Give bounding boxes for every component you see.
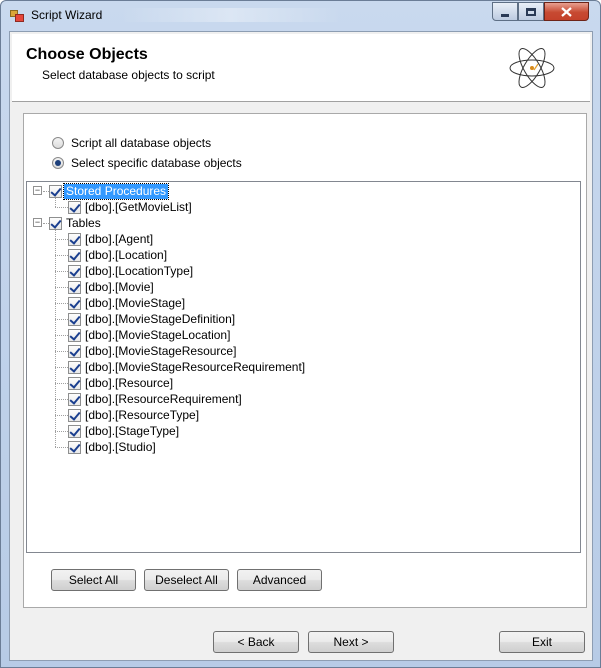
tree-item-checkbox[interactable] xyxy=(68,360,81,374)
close-button[interactable] xyxy=(544,2,589,21)
advanced-button[interactable]: Advanced xyxy=(237,569,322,591)
script-all-radio[interactable] xyxy=(52,137,64,149)
tree-connector xyxy=(55,383,68,384)
tree-item-label: [dbo].[Movie] xyxy=(85,279,154,294)
maximize-button[interactable] xyxy=(518,2,544,21)
tree-item-node[interactable]: [dbo].[LocationType] xyxy=(68,263,195,279)
tree-connector xyxy=(55,335,68,336)
tree-item-label: [dbo].[GetMovieList] xyxy=(85,199,192,214)
tree-connector xyxy=(55,239,68,240)
tree-item-label: [dbo].[MovieStage] xyxy=(85,295,186,310)
tree-item-label: [dbo].[MovieStageDefinition] xyxy=(85,311,236,326)
tree-item-checkbox[interactable] xyxy=(68,392,81,406)
tree-item-node[interactable]: [dbo].[Studio] xyxy=(68,439,158,455)
tree-connector xyxy=(55,351,68,352)
tree-item-node[interactable]: [dbo].[MovieStageResourceRequirement] xyxy=(68,359,307,375)
tree-connector xyxy=(55,196,56,207)
tree-connector xyxy=(55,447,68,448)
page-subtitle: Select database objects to script xyxy=(42,68,215,82)
tree-item-node[interactable]: [dbo].[Resource] xyxy=(68,375,175,391)
tree-item-node[interactable]: [dbo].[GetMovieList] xyxy=(68,199,194,215)
tree-item-checkbox[interactable] xyxy=(68,328,81,342)
objects-tree[interactable]: − Stored Procedures [dbo].[GetMovieList] − T… xyxy=(26,181,581,553)
tree-item-checkbox[interactable] xyxy=(68,200,81,214)
script-all-option[interactable]: Script all database objects xyxy=(52,136,211,150)
tree-item-node[interactable]: [dbo].[StageType] xyxy=(68,423,181,439)
exit-button[interactable]: Exit xyxy=(499,631,585,653)
title-glow xyxy=(121,8,341,22)
tree-item-node[interactable]: [dbo].[ResourceType] xyxy=(68,407,201,423)
minimize-button[interactable] xyxy=(492,2,518,21)
tree-item-checkbox[interactable] xyxy=(68,376,81,390)
tree-item-checkbox[interactable] xyxy=(68,280,81,294)
script-all-label: Script all database objects xyxy=(71,136,212,150)
select-all-button[interactable]: Select All xyxy=(51,569,136,591)
tree-item-label: [dbo].[ResourceType] xyxy=(85,407,200,422)
tree-item-checkbox[interactable] xyxy=(68,424,81,438)
tree-item-node[interactable]: [dbo].[MovieStageLocation] xyxy=(68,327,232,343)
tree-item-node[interactable]: [dbo].[MovieStageDefinition] xyxy=(68,311,237,327)
tree-connector xyxy=(55,255,68,256)
tree-connector xyxy=(55,399,68,400)
close-icon xyxy=(561,6,572,17)
page-title: Choose Objects xyxy=(26,46,148,63)
wizard-header: Choose Objects Select database objects t… xyxy=(12,34,590,102)
tree-item-node[interactable]: [dbo].[Movie] xyxy=(68,279,156,295)
tree-item-node[interactable]: [dbo].[Agent] xyxy=(68,231,155,247)
tree-item-checkbox[interactable] xyxy=(68,232,81,246)
tree-item-label: [dbo].[MovieStageLocation] xyxy=(85,327,231,342)
tree-connector xyxy=(55,415,68,416)
tree-connector xyxy=(55,228,56,447)
tree-item-checkbox[interactable] xyxy=(68,408,81,422)
tree-item-label: [dbo].[Location] xyxy=(85,247,168,262)
minimize-icon xyxy=(501,13,509,17)
tree-expander-icon[interactable]: − xyxy=(33,186,42,195)
tree-item-checkbox[interactable] xyxy=(68,344,81,358)
tree-expander-icon[interactable]: − xyxy=(33,218,42,227)
tree-item-label: [dbo].[MovieStageResourceRequirement] xyxy=(85,359,306,374)
tree-item-node[interactable]: [dbo].[MovieStageResource] xyxy=(68,343,238,359)
tree-item-label: [dbo].[StageType] xyxy=(85,423,180,438)
tree-group-label: Stored Procedures xyxy=(62,182,170,200)
tree-connector xyxy=(55,303,68,304)
tree-item-label: [dbo].[MovieStageResource] xyxy=(85,343,237,358)
script-wizard-window: Script Wizard Choose Objects Select data… xyxy=(0,0,601,668)
tree-group-label: Tables xyxy=(66,215,101,230)
select-specific-option[interactable]: Select specific database objects xyxy=(52,156,242,170)
tree-connector xyxy=(55,287,68,288)
tree-item-checkbox[interactable] xyxy=(68,296,81,310)
next-button[interactable]: Next > xyxy=(308,631,394,653)
tree-connector xyxy=(55,367,68,368)
app-icon xyxy=(10,10,24,22)
tree-item-label: [dbo].[Studio] xyxy=(85,439,156,454)
tree-connector xyxy=(55,207,68,208)
tree-group-node[interactable]: Stored Procedures xyxy=(49,182,170,200)
tree-item-label: [dbo].[LocationType] xyxy=(85,263,194,278)
tree-item-label: [dbo].[ResourceRequirement] xyxy=(85,391,242,406)
tree-item-node[interactable]: [dbo].[MovieStage] xyxy=(68,295,187,311)
title-bar[interactable]: Script Wizard xyxy=(1,1,600,31)
tree-item-node[interactable]: [dbo].[ResourceRequirement] xyxy=(68,391,244,407)
tree-item-label: [dbo].[Agent] xyxy=(85,231,154,246)
tree-item-label: [dbo].[Resource] xyxy=(85,375,174,390)
objects-panel: Script all database objects Select speci… xyxy=(23,113,587,608)
tree-item-checkbox[interactable] xyxy=(68,248,81,262)
wizard-client-area: Choose Objects Select database objects t… xyxy=(9,31,593,661)
deselect-all-button[interactable]: Deselect All xyxy=(144,569,229,591)
tree-item-checkbox[interactable] xyxy=(68,264,81,278)
tree-item-node[interactable]: [dbo].[Location] xyxy=(68,247,169,263)
tree-item-checkbox[interactable] xyxy=(68,312,81,326)
tree-connector xyxy=(55,431,68,432)
atom-logo-icon xyxy=(509,48,555,88)
select-specific-label: Select specific database objects xyxy=(71,156,242,170)
maximize-icon xyxy=(526,7,536,16)
window-title: Script Wizard xyxy=(31,8,103,22)
tree-group-node[interactable]: Tables xyxy=(49,215,103,231)
select-specific-radio[interactable] xyxy=(52,157,64,169)
tree-item-checkbox[interactable] xyxy=(68,440,81,454)
tree-connector xyxy=(55,319,68,320)
tree-connector xyxy=(55,271,68,272)
back-button[interactable]: < Back xyxy=(213,631,299,653)
